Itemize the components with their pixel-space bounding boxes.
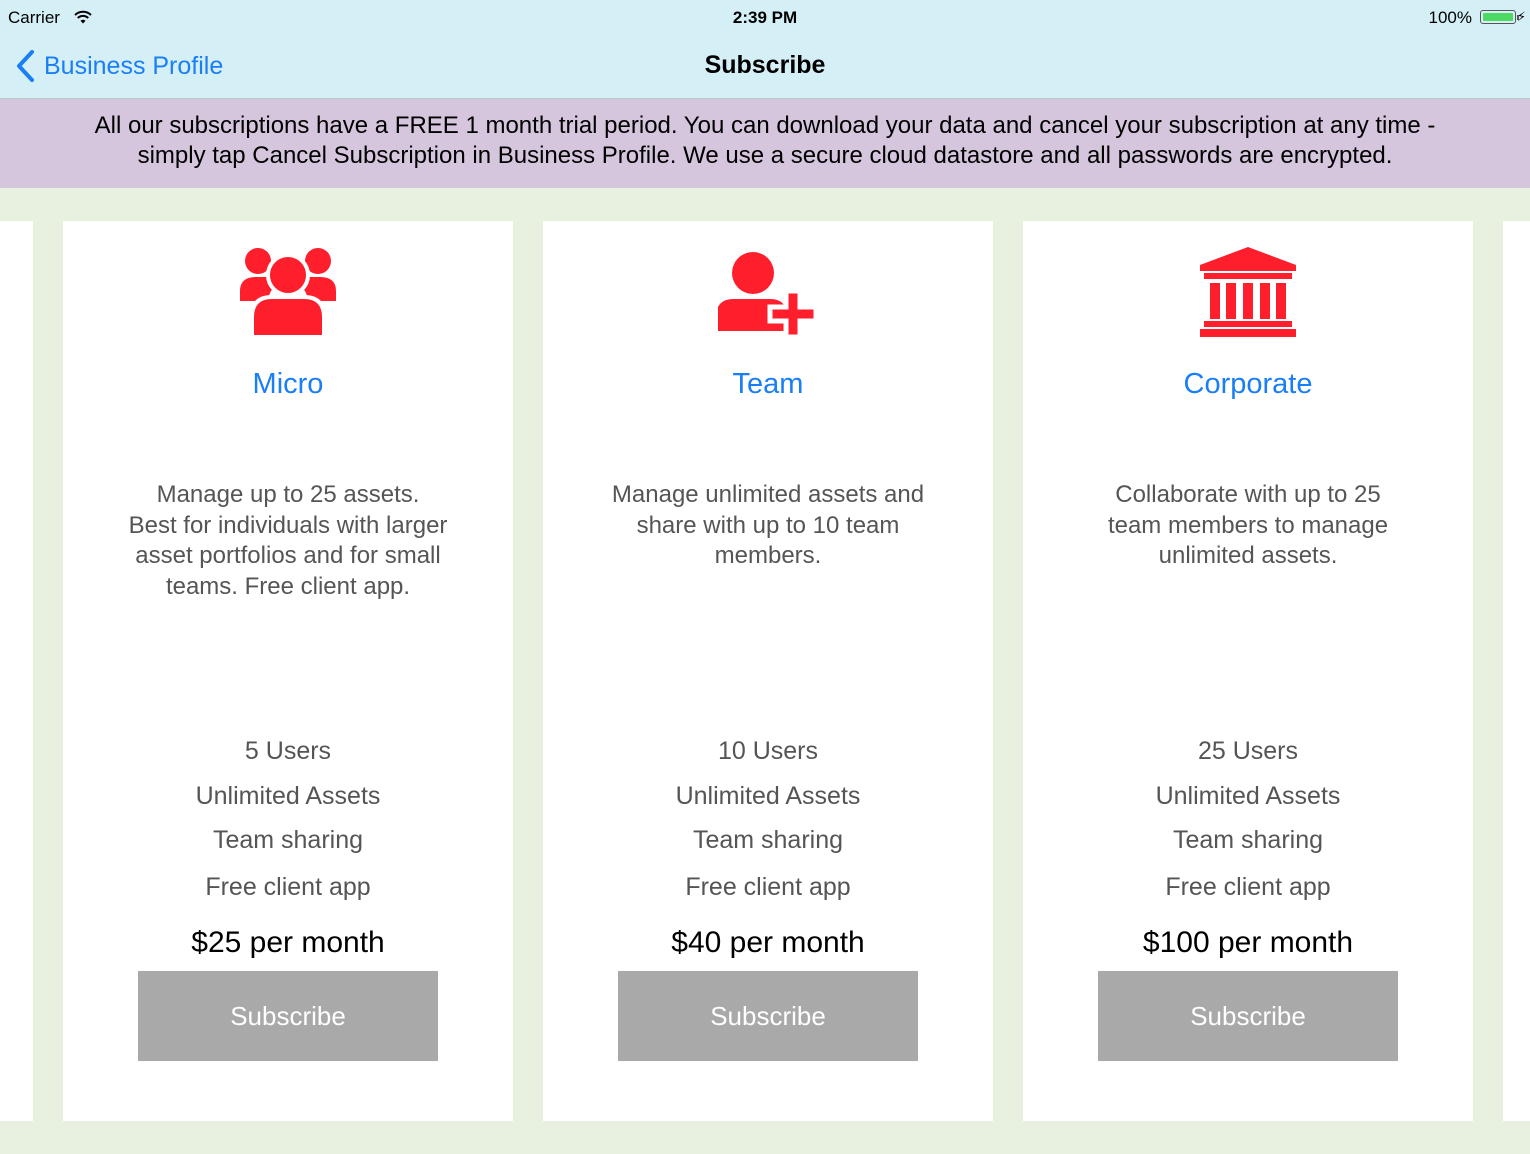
plan-feature-client-app: Free client app	[685, 873, 851, 901]
plan-feature-assets: Unlimited Assets	[675, 782, 861, 810]
plan-price: $100 per month	[1142, 926, 1354, 959]
status-bar: Carrier 2:39 PM 100% ⚡	[0, 0, 1530, 34]
plan-name[interactable]: Team	[543, 368, 993, 401]
description-line: Best for individuals with larger	[128, 511, 448, 539]
add-user-icon	[718, 252, 818, 340]
description-line: teams. Free client app.	[165, 572, 411, 600]
description-line: team members to manage	[1107, 511, 1389, 539]
plan-description: Manage up to 25 assets. Best for individ…	[103, 480, 473, 602]
description-line: members.	[714, 542, 822, 569]
plan-card-corporate: Corporate Collaborate with up to 25 team…	[1023, 221, 1473, 1121]
banner-line: All our subscriptions have a FREE 1 mont…	[94, 112, 1436, 139]
page-title: Subscribe	[704, 51, 826, 79]
plan-description: Collaborate with up to 25 team members t…	[1063, 480, 1433, 572]
plan-price: $40 per month	[671, 926, 865, 959]
plan-feature-users: 10 Users	[717, 737, 819, 765]
plan-feature-users: 25 Users	[1197, 737, 1299, 765]
subscribe-button-micro[interactable]: Subscribe	[138, 971, 438, 1061]
plan-name[interactable]: Corporate	[1023, 368, 1473, 401]
plan-feature-assets: Unlimited Assets	[1155, 782, 1341, 810]
description-line: Collaborate with up to 25	[1115, 481, 1381, 508]
bank-building-icon	[1200, 247, 1296, 337]
trial-info-banner: All our subscriptions have a FREE 1 mont…	[0, 99, 1530, 188]
group-icon	[240, 248, 336, 339]
plan-feature-sharing: Team sharing	[1172, 826, 1324, 854]
description-line: Manage unlimited assets and	[611, 481, 925, 508]
battery-percentage: 100%	[1428, 8, 1472, 27]
banner-line: simply tap Cancel Subscription in Busine…	[137, 142, 1393, 169]
plan-description: Manage unlimited assets and share with u…	[583, 480, 953, 572]
battery-icon	[1480, 10, 1519, 24]
charging-icon: ⚡	[1516, 9, 1526, 24]
plan-feature-client-app: Free client app	[205, 873, 371, 901]
description-line: asset portfolios and for small	[135, 542, 441, 569]
clock: 2:39 PM	[732, 8, 798, 27]
plan-card-team: Team Manage unlimited assets and share w…	[543, 221, 993, 1121]
plan-card-micro: Micro Manage up to 25 assets. Best for i…	[63, 221, 513, 1121]
plan-feature-client-app: Free client app	[1165, 873, 1331, 901]
description-line: Manage up to 25 assets.	[156, 481, 420, 508]
subscribe-button-team[interactable]: Subscribe	[618, 971, 918, 1061]
plan-feature-sharing: Team sharing	[692, 826, 844, 854]
previous-card-edge[interactable]	[0, 221, 33, 1121]
plan-feature-users: 5 Users	[244, 737, 332, 765]
next-card-edge[interactable]	[1503, 221, 1530, 1121]
plan-price: $25 per month	[191, 926, 385, 959]
subscribe-button-corporate[interactable]: Subscribe	[1098, 971, 1398, 1061]
navigation-bar: Carrier 2:39 PM 100% ⚡ Business Profile …	[0, 0, 1530, 99]
plan-feature-sharing: Team sharing	[212, 826, 364, 854]
plan-name[interactable]: Micro	[63, 368, 513, 401]
description-line: share with up to 10 team	[636, 511, 900, 539]
plan-feature-assets: Unlimited Assets	[195, 782, 381, 810]
description-line: unlimited assets.	[1158, 542, 1338, 569]
